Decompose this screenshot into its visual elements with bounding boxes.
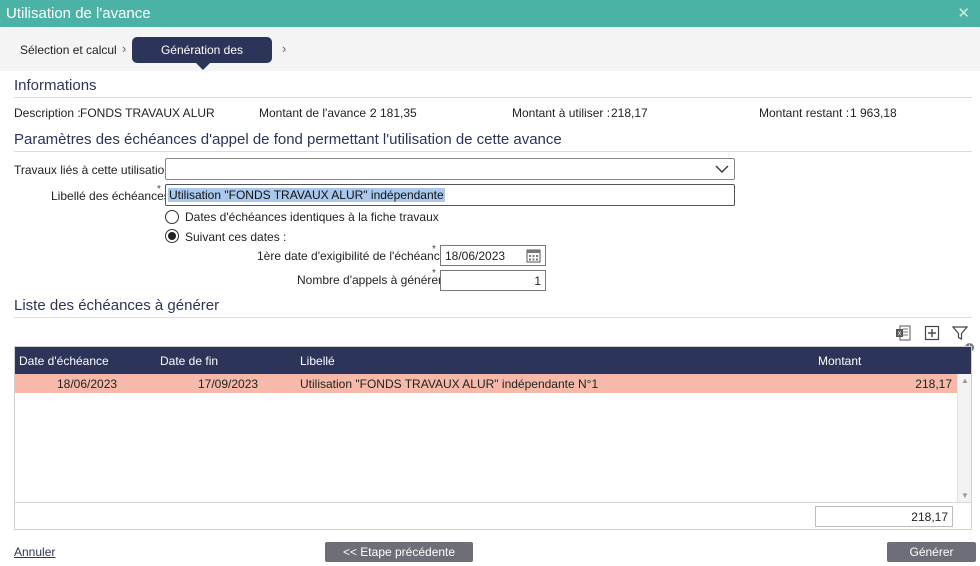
libelle-input-value: Utilisation "FONDS TRAVAUX ALUR" indépen… bbox=[168, 188, 445, 202]
cell-libelle: Utilisation "FONDS TRAVAUX ALUR" indépen… bbox=[300, 377, 599, 391]
annuler-link[interactable]: Annuler bbox=[14, 545, 55, 559]
calendar-icon[interactable] bbox=[526, 248, 541, 263]
excel-export-icon[interactable]: X bbox=[895, 325, 911, 341]
table-footer-divider bbox=[15, 502, 971, 503]
radio-dates-identiques[interactable] bbox=[165, 210, 179, 224]
description-value: FONDS TRAVAUX ALUR bbox=[80, 106, 215, 120]
radio-suivant-ces-dates-label: Suivant ces dates : bbox=[185, 230, 287, 244]
radio-suivant-ces-dates[interactable] bbox=[165, 229, 179, 243]
filter-icon[interactable] bbox=[952, 325, 968, 341]
description-label: Description : bbox=[14, 106, 81, 120]
chevron-right-icon: › bbox=[282, 41, 287, 56]
close-icon[interactable]: ✕ bbox=[957, 4, 970, 22]
libelle-input[interactable]: Utilisation "FONDS TRAVAUX ALUR" indépen… bbox=[165, 184, 735, 206]
svg-text:X: X bbox=[897, 331, 901, 338]
cell-date-fin: 17/09/2023 bbox=[198, 377, 259, 391]
wizard-stepper: Sélection et calcul › Génération des éch… bbox=[0, 27, 980, 83]
table-scrollbar[interactable]: ▲ ▼ bbox=[957, 374, 971, 502]
table-row[interactable]: 18/06/2023 17/09/2023 Utilisation "FONDS… bbox=[15, 374, 957, 393]
chevron-right-icon: › bbox=[122, 41, 127, 56]
scroll-up-icon[interactable]: ▲ bbox=[961, 376, 969, 385]
total-montant-field: 218,17 bbox=[815, 506, 953, 527]
nombre-appels-label: Nombre d'appels à générer bbox=[297, 273, 443, 287]
travaux-label: Travaux liés à cette utilisation : bbox=[14, 163, 178, 177]
scroll-down-icon[interactable]: ▼ bbox=[961, 491, 969, 500]
montant-avance-label: Montant de l'avance : bbox=[259, 106, 373, 120]
required-marker: * bbox=[432, 268, 436, 279]
montant-restant-value: 1 963,18 bbox=[850, 106, 897, 120]
section-informations-heading: Informations bbox=[14, 77, 972, 98]
column-header-date-echeance[interactable]: Date d'échéance bbox=[19, 354, 109, 368]
montant-restant-label: Montant restant : bbox=[759, 106, 850, 120]
montant-utiliser-value: 218,17 bbox=[611, 106, 648, 120]
premiere-date-input[interactable]: 18/06/2023 bbox=[440, 245, 546, 266]
radio-dates-identiques-label: Dates d'échéances identiques à la fiche … bbox=[185, 210, 439, 224]
step-generation-echeances[interactable]: Génération des échéances bbox=[132, 37, 272, 83]
montant-utiliser-label: Montant à utiliser : bbox=[512, 106, 611, 120]
column-header-date-fin[interactable]: Date de fin bbox=[160, 354, 218, 368]
generer-button[interactable]: Générer bbox=[887, 542, 976, 562]
chevron-down-icon[interactable] bbox=[714, 161, 730, 177]
required-marker: * bbox=[157, 184, 161, 195]
travaux-select[interactable] bbox=[165, 158, 735, 180]
echeances-table: Date d'échéance Date de fin Libellé Mont… bbox=[14, 346, 972, 530]
premiere-date-label: 1ère date d'exigibilité de l'échéance bbox=[257, 249, 447, 263]
nombre-appels-value: 1 bbox=[534, 274, 541, 288]
step-selection-calcul[interactable]: Sélection et calcul bbox=[20, 43, 117, 57]
etape-precedente-button[interactable]: << Etape précédente bbox=[325, 542, 473, 562]
window-title: Utilisation de l'avance bbox=[6, 5, 151, 22]
required-marker: * bbox=[432, 244, 436, 255]
add-row-icon[interactable] bbox=[924, 325, 940, 341]
libelle-label: Libellé des échéances bbox=[51, 189, 170, 203]
montant-avance-value: 2 181,35 bbox=[370, 106, 417, 120]
total-montant-value: 218,17 bbox=[911, 510, 948, 524]
cell-montant: 218,17 bbox=[915, 377, 952, 391]
section-parametres-heading: Paramètres des échéances d'appel de fond… bbox=[14, 131, 972, 152]
column-header-montant[interactable]: Montant bbox=[818, 354, 861, 368]
premiere-date-value: 18/06/2023 bbox=[445, 249, 506, 263]
window-titlebar: Utilisation de l'avance ✕ bbox=[0, 0, 980, 27]
table-header: Date d'échéance Date de fin Libellé Mont… bbox=[15, 347, 971, 374]
nombre-appels-input[interactable]: 1 bbox=[440, 270, 546, 291]
section-liste-heading: Liste des échéances à générer bbox=[14, 297, 972, 318]
cell-date-echeance: 18/06/2023 bbox=[57, 377, 118, 391]
column-header-libelle[interactable]: Libellé bbox=[300, 354, 335, 368]
